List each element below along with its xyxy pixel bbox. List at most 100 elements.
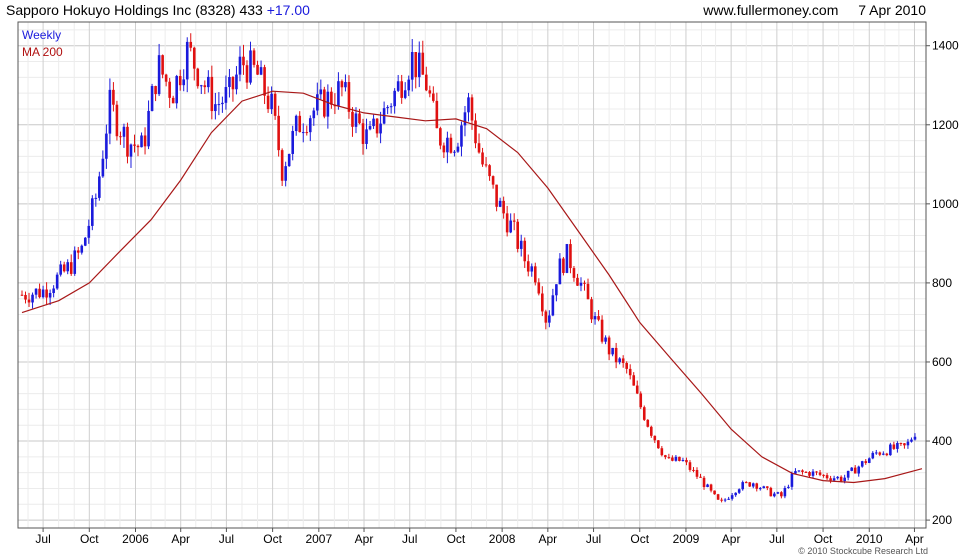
candle-body [69, 262, 73, 274]
candle-body [280, 150, 284, 181]
candle-body [755, 483, 759, 489]
candle-body [24, 294, 27, 300]
candle-body [688, 462, 692, 470]
candle-body [460, 125, 463, 147]
candle-body [590, 299, 593, 320]
candle-body [709, 484, 713, 491]
candle-body [87, 225, 91, 238]
candle-body [157, 55, 161, 95]
candle-body [319, 89, 323, 95]
candle-body [628, 368, 632, 376]
candle-body [91, 198, 94, 226]
candle-body [347, 82, 351, 112]
candle-body [537, 282, 541, 294]
candle-body [210, 76, 214, 112]
candle-body [801, 470, 804, 472]
candle-body [681, 459, 685, 461]
candle-body [161, 55, 164, 75]
candle-body [150, 86, 154, 111]
candle-body [442, 145, 446, 153]
candle-body [548, 315, 551, 323]
x-tick-label: Oct [447, 532, 466, 546]
candle-body [270, 93, 273, 110]
candle-body [217, 104, 221, 106]
candle-body [389, 106, 393, 108]
candle-body [80, 245, 84, 253]
candle-body [291, 131, 295, 154]
candle-body [671, 457, 674, 461]
candle-body [562, 258, 565, 273]
candle-body [192, 47, 196, 69]
candle-body [903, 443, 906, 446]
candle-body [417, 52, 421, 78]
candle-body [168, 81, 171, 98]
candle-body [790, 473, 794, 487]
candle-body [716, 494, 720, 500]
candle-body [358, 113, 361, 124]
candle-body [512, 220, 516, 222]
x-tick-label: Jul [402, 532, 417, 546]
candle-body [199, 85, 203, 87]
candle-body [730, 495, 734, 499]
candle-body [751, 483, 755, 487]
candle-body [277, 115, 280, 151]
candle-body [164, 74, 168, 82]
candle-body [878, 452, 882, 455]
candle-body [572, 268, 576, 278]
candle-body [758, 488, 762, 490]
candle-body [565, 244, 569, 273]
candle-body [400, 81, 403, 98]
candle-body [727, 498, 730, 500]
candle-body [741, 482, 745, 490]
candle-body [308, 118, 312, 133]
candle-body [379, 123, 382, 134]
x-tick-label: 2009 [673, 532, 700, 546]
candle-body [182, 79, 186, 86]
candle-body [470, 97, 474, 121]
candle-body [414, 52, 418, 78]
candle-body [815, 471, 818, 473]
candle-body [667, 457, 671, 459]
candle-body [175, 76, 178, 104]
candle-body [804, 471, 808, 473]
candle-body [871, 452, 875, 459]
candle-body [776, 492, 780, 494]
candle-body [73, 250, 77, 274]
y-tick-label: 1000 [932, 197, 959, 211]
candle-body [794, 471, 797, 474]
candle-body [83, 237, 87, 246]
candle-body [129, 144, 133, 157]
candle-body [266, 95, 270, 110]
legend-ma200: MA 200 [22, 45, 63, 59]
candle-body [203, 85, 207, 88]
candle-body [843, 477, 846, 482]
candle-body [136, 145, 140, 148]
candle-body [235, 74, 238, 90]
ma-line [21, 90, 923, 484]
candle-body [892, 444, 896, 449]
y-tick-label: 1400 [932, 39, 959, 53]
ma200-line [21, 90, 923, 484]
candle-body [474, 120, 477, 144]
candle-body [744, 482, 748, 484]
candle-body [762, 486, 766, 489]
candle-body [635, 385, 639, 394]
candle-body [642, 407, 646, 420]
candle-body [822, 474, 825, 476]
x-axis: Jul Oct 2006 Apr Jul Oct 2007 Apr Jul Oct 2008 Apr J… [35, 528, 924, 546]
candle-body [825, 475, 829, 479]
candle-body [361, 123, 365, 144]
candle-body [421, 52, 425, 75]
legend-weekly: Weekly [22, 28, 61, 42]
candle-body [488, 165, 491, 177]
candle-body [76, 250, 80, 253]
candle-body [375, 118, 379, 134]
candle-body [31, 294, 34, 303]
candle-body [516, 221, 520, 249]
candle-body [298, 115, 302, 133]
candle-body [899, 442, 903, 444]
copyright-note: © 2010 Stockcube Research Ltd [798, 546, 928, 556]
candle-body [178, 76, 182, 86]
candle-body [337, 81, 340, 107]
candle-body [678, 456, 681, 461]
